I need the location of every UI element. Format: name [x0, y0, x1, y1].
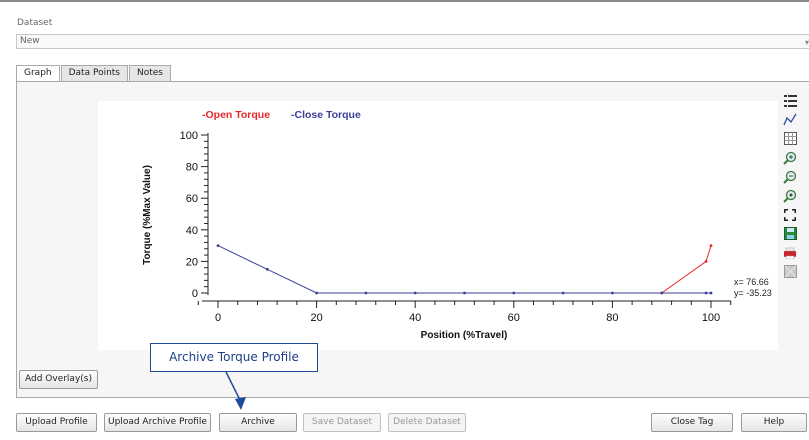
delete-dataset-button[interactable]: Delete Dataset	[388, 413, 466, 432]
upload-profile-button[interactable]: Upload Profile	[16, 413, 97, 432]
callout-arrow	[225, 371, 246, 410]
upload-archive-profile-button[interactable]: Upload Archive Profile	[104, 413, 211, 432]
help-button[interactable]: Help	[741, 413, 807, 432]
archive-button[interactable]: Archive	[219, 413, 297, 432]
close-tag-button[interactable]: Close Tag	[651, 413, 733, 432]
save-dataset-button[interactable]: Save Dataset	[303, 413, 381, 432]
